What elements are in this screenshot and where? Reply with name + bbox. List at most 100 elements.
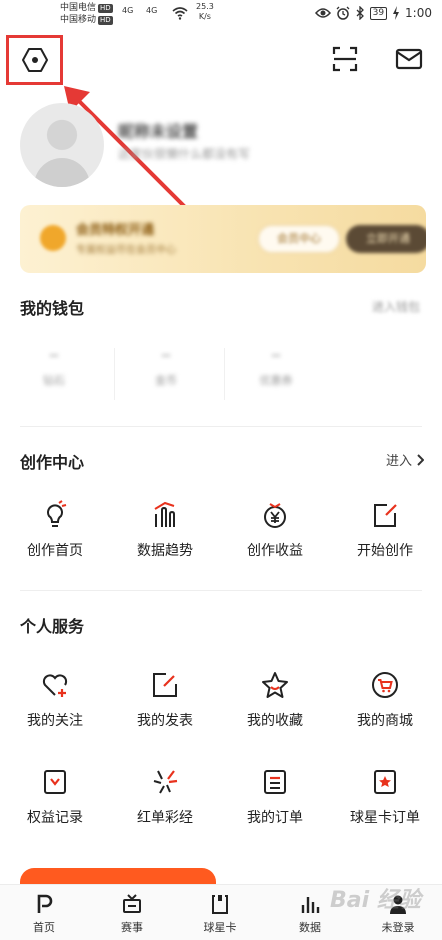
start-create-item[interactable]: 开始创作 [330,500,440,560]
benefit-record-icon [44,770,66,794]
wallet-link[interactable]: 进入钱包 [372,298,420,315]
divider [224,348,225,400]
yen-coin-icon [264,503,286,528]
creator-income-item[interactable]: 创作收益 [220,500,330,560]
wallet-label: 金币 [155,374,177,387]
wallet-label: 钻石 [43,374,65,387]
creator-title: 创作中心 [20,453,85,472]
grid-label: 数据趋势 [137,543,193,559]
nickname[interactable]: 昵称未设置 [118,118,198,142]
tab-label: 赛事 [121,921,143,934]
grid-label: 我的收藏 [247,713,303,729]
bio-text: 这家伙很懒什么都没有写 [118,147,251,161]
grid-label: 创作收益 [247,543,303,559]
vip-open-button[interactable]: 立即开通 [346,225,426,253]
wallet-value: -- [271,348,281,362]
grid-label: 我的商城 [357,713,413,729]
wallet-title: 我的钱包 [20,299,85,318]
charging-icon [393,6,400,20]
grid-label: 创作首页 [27,543,83,559]
my-mall-item[interactable]: 我的商城 [330,670,440,730]
bottom-tab-bar: 首页 赛事 球星卡 数据 未登录 [0,884,442,940]
grid-label: 球星卡订单 [350,810,420,826]
tab-label: 球星卡 [203,921,237,934]
star-icon [262,672,288,698]
order-icon [264,770,286,794]
grid-label: 开始创作 [357,543,413,559]
wallet-value: -- [161,348,171,362]
scan-icon [332,46,358,72]
burst-icon [153,770,178,794]
divider [20,426,422,427]
carrier-mobile: 中国移动 HD [60,15,113,25]
creator-enter-link[interactable]: 进入 [386,450,424,469]
divider [114,348,115,400]
grid-label: 我的关注 [27,713,83,729]
clock: 1:00 [405,6,432,20]
network-speed: 25.3 K/s [196,2,214,21]
services-title: 个人服务 [20,617,85,636]
carrier-telecom: 中国电信 HD [60,3,113,13]
home-icon [37,894,53,913]
bluetooth-icon [356,6,364,20]
wallet-value: -- [49,348,59,362]
scan-button[interactable] [330,44,360,74]
eye-icon [314,8,331,18]
mail-button[interactable] [394,44,424,74]
tab-profile[interactable]: 未登录 [363,893,433,935]
wallet-item[interactable]: -- 钻石 [14,348,94,388]
wallet-item[interactable]: -- 金币 [126,348,206,388]
card-order-icon [374,770,396,794]
grid-label: 红单彩经 [137,810,193,826]
trend-chart-icon [154,501,175,527]
tab-label: 数据 [299,921,321,934]
alarm-icon [336,6,350,20]
enter-label: 进入 [385,454,412,469]
wallet-item[interactable]: -- 优惠券 [236,348,316,388]
tv-icon [123,894,141,913]
vip-subtitle: 专属权益尽在会员中心 [76,245,176,256]
my-follow-item[interactable]: 我的关注 [0,670,110,730]
publish-icon [153,673,177,697]
battery-indicator: 39 [369,6,388,20]
vip-center-button[interactable]: 会员中心 [258,225,340,253]
my-orders-item[interactable]: 我的订单 [220,767,330,827]
tab-home[interactable]: 首页 [9,893,79,935]
vip-crown-icon [40,225,66,251]
signal-icon: 4G [146,6,158,15]
creator-home-item[interactable]: 创作首页 [0,500,110,560]
cart-icon [372,672,398,698]
red-single-item[interactable]: 红单彩经 [110,767,220,827]
bar-chart-icon [301,897,320,913]
grid-label: 我的订单 [247,810,303,826]
wifi-icon [172,7,188,20]
tab-data[interactable]: 数据 [275,893,345,935]
hexagon-settings-icon [22,48,48,72]
user-icon [390,895,406,914]
settings-button[interactable] [8,36,62,84]
grid-label: 我的发表 [137,713,193,729]
my-favorites-item[interactable]: 我的收藏 [220,670,330,730]
my-publish-item[interactable]: 我的发表 [110,670,220,730]
card-icon [212,895,228,914]
wallet-label: 优惠券 [259,374,293,387]
vip-banner[interactable]: 会员特权开通 专属权益尽在会员中心 会员中心 立即开通 [20,205,426,273]
tab-label: 首页 [33,921,55,934]
divider [20,590,422,591]
signal-icon: 4G [122,6,134,15]
avatar[interactable] [20,103,104,187]
tab-label: 未登录 [381,921,415,934]
heart-plus-icon [42,674,68,697]
grid-label: 权益记录 [27,810,83,826]
edit-note-icon [374,504,397,527]
vip-title: 会员特权开通 [76,223,155,238]
benefit-record-item[interactable]: 权益记录 [0,767,110,827]
data-trend-item[interactable]: 数据趋势 [110,500,220,560]
chevron-right-icon [417,453,424,466]
tab-star-card[interactable]: 球星卡 [185,893,255,935]
mail-icon [395,48,423,70]
card-orders-item[interactable]: 球星卡订单 [330,767,440,827]
tab-events[interactable]: 赛事 [97,893,167,935]
status-bar: 中国电信 HD 中国移动 HD 4G 4G 25.3 K/s 39 1:00 [0,0,442,32]
bulb-icon [47,500,67,527]
